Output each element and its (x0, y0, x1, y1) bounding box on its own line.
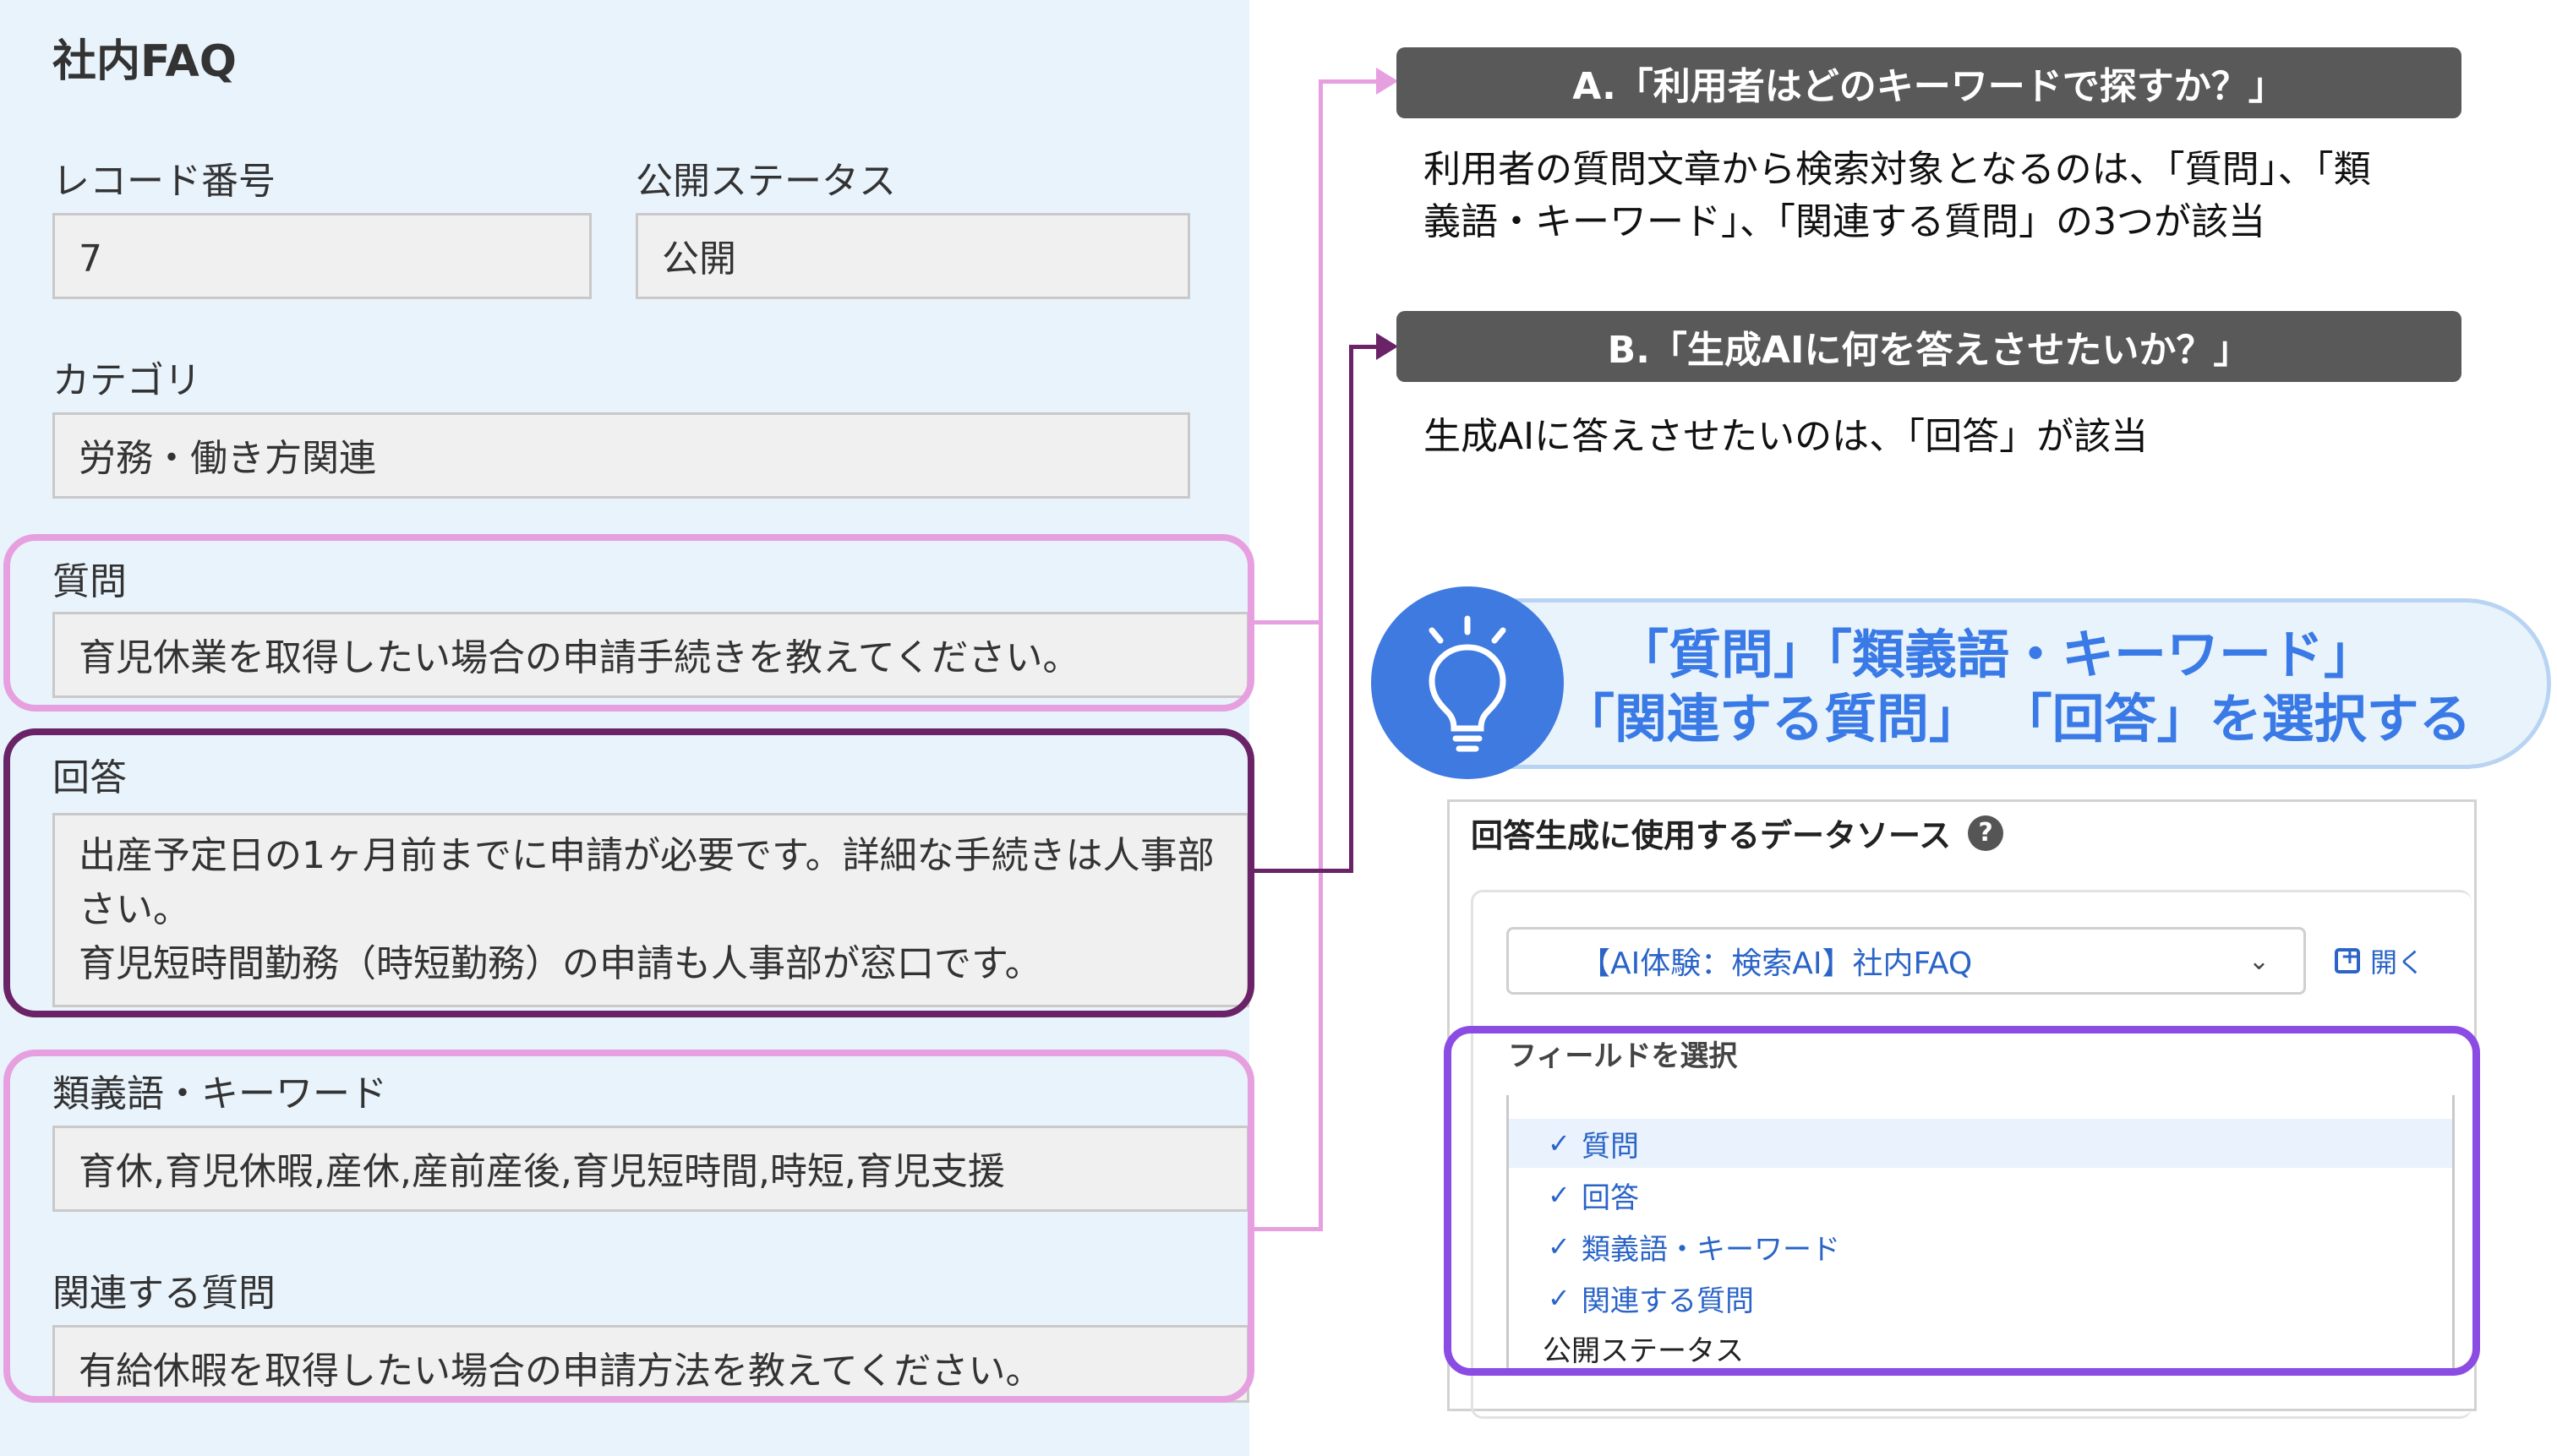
chevron-down-icon: ⌄ (2248, 946, 2270, 976)
publish-status-label: 公開ステータス (636, 160, 896, 203)
datasource-header: 回答生成に使用するデータソース ? (1471, 810, 2004, 856)
connector-a-top (1319, 79, 1380, 84)
annotation-b-banner: B.「生成AIに何を答えさせたいか？」 (1396, 311, 2461, 382)
synonyms-related-highlight (3, 1050, 1254, 1403)
annotation-a-banner: A.「利用者はどのキーワードで探すか？」 (1396, 47, 2461, 118)
connector-answer (1254, 869, 1352, 873)
connector-synonyms (1254, 1227, 1322, 1231)
open-label: 開く (2370, 946, 2425, 979)
datasource-select[interactable]: 【AI体験：検索AI】社内FAQ ⌄ (1506, 927, 2306, 995)
category-field[interactable]: 労務・働き方関連 (52, 412, 1190, 499)
record-number-label: レコード番号 (52, 160, 276, 203)
annotation-a-desc: 利用者の質問文章から検索対象となるのは、「質問」、「類 義語・キーワード」、「関… (1423, 144, 2539, 248)
connector-question (1254, 620, 1322, 624)
connector-b-top (1349, 345, 1380, 349)
open-datasource-link[interactable]: 開く (2335, 941, 2424, 980)
answer-highlight (3, 728, 1254, 1017)
question-highlight (3, 534, 1254, 712)
question-circle-icon[interactable]: ? (1968, 815, 2004, 851)
record-number-field[interactable]: 7 (52, 213, 592, 299)
annotation-a-desc-line: 義語・キーワード」、「関連する質問」の3つが該当 (1423, 200, 2265, 243)
open-external-icon (2335, 944, 2360, 973)
field-selection-highlight (1444, 1026, 2480, 1376)
connector-a-vertical (1319, 79, 1323, 1231)
connector-b-vertical (1349, 345, 1353, 873)
datasource-selected-value: 【AI体験：検索AI】社内FAQ (1580, 946, 1973, 981)
annotation-a-desc-line: 利用者の質問文章から検索対象となるのは、「質問」、「類 (1423, 148, 2371, 191)
arrow-a-icon (1376, 68, 1398, 95)
datasource-title: 回答生成に使用するデータソース (1471, 817, 1952, 854)
page-title: 社内FAQ (52, 36, 238, 87)
category-label: カテゴリ (52, 359, 201, 402)
publish-status-field[interactable]: 公開 (636, 213, 1190, 299)
lightbulb-icon (1371, 586, 1564, 779)
tip-line-2: 「関連する質問」 「回答」を選択する (1562, 688, 2472, 750)
annotation-b-desc: 生成AIに答えさせたいのは、「回答」が該当 (1423, 415, 2149, 458)
arrow-b-icon (1376, 333, 1398, 360)
